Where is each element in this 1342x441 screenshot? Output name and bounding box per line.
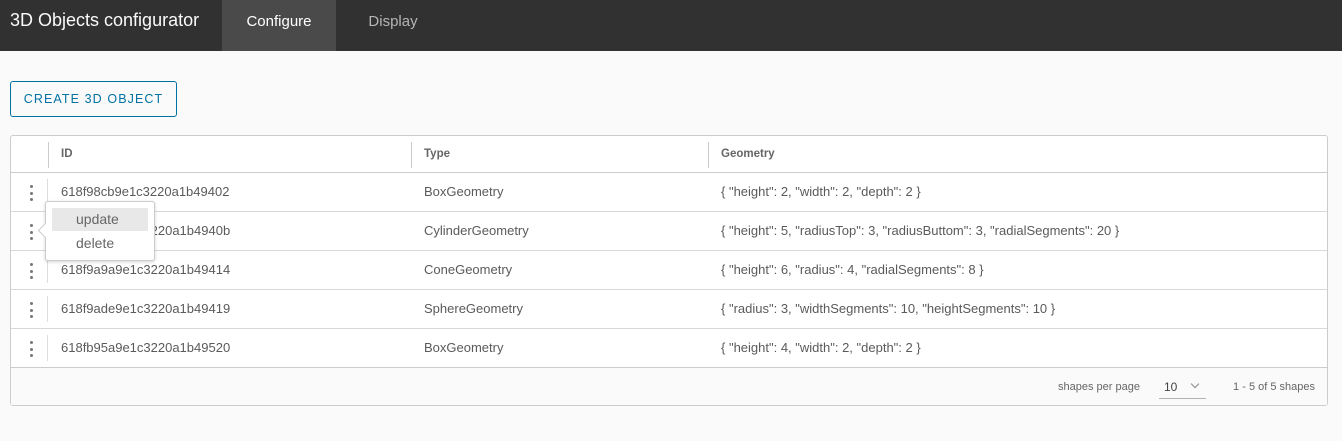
- column-header-geometry[interactable]: Geometry: [709, 136, 775, 173]
- table-row: 618f9ade9e1c3220a1b49419 SphereGeometry …: [11, 290, 1327, 329]
- cell-geometry: { "radius": 3, "widthSegments": 10, "hei…: [721, 301, 1056, 316]
- row-separator: [47, 335, 48, 361]
- cell-geometry: { "height": 2, "width": 2, "depth": 2 }: [721, 184, 921, 199]
- cell-id: 618f9ade9e1c3220a1b49419: [61, 301, 231, 316]
- row-action-menu: update delete: [45, 201, 155, 261]
- shapes-datagrid: ID Type Geometry 618f98cb9e1c3220a1b4940…: [10, 135, 1328, 406]
- cell-geometry: { "height": 4, "width": 2, "depth": 2 }: [721, 340, 921, 355]
- table-row: 618f98cb9e1c3220a1b49402 BoxGeometry { "…: [11, 173, 1327, 212]
- cell-type: SphereGeometry: [424, 301, 523, 316]
- cell-type: BoxGeometry: [424, 340, 504, 355]
- table-row: 618f992b9e1c3220a1b4940b CylinderGeometr…: [11, 212, 1327, 251]
- menu-item-update[interactable]: update: [52, 208, 148, 231]
- row-separator: [47, 296, 48, 322]
- table-row: 618f9a9a9e1c3220a1b49414 ConeGeometry { …: [11, 251, 1327, 290]
- cell-type: CylinderGeometry: [424, 223, 529, 238]
- row-actions-kebab-icon[interactable]: [26, 340, 36, 358]
- grid-footer: shapes per page 10 1 - 5 of 5 shapes: [11, 367, 1327, 405]
- cell-geometry: { "height": 5, "radiusTop": 3, "radiusBu…: [721, 223, 1120, 238]
- app-title: 3D Objects configurator: [10, 10, 200, 30]
- cell-type: BoxGeometry: [424, 184, 504, 199]
- pagination-range: 1 - 5 of 5 shapes: [1233, 381, 1315, 393]
- row-actions-kebab-icon[interactable]: [26, 301, 36, 319]
- row-actions-kebab-icon[interactable]: [26, 223, 36, 241]
- row-actions-kebab-icon[interactable]: [26, 184, 36, 202]
- column-header-type[interactable]: Type: [412, 136, 450, 173]
- page-size-value: 10: [1164, 380, 1178, 394]
- page-size-select[interactable]: 10: [1159, 377, 1206, 399]
- chevron-down-icon: [1190, 379, 1200, 389]
- page-size-label: shapes per page: [1058, 381, 1140, 393]
- cell-id: 618fb95a9e1c3220a1b49520: [61, 340, 231, 355]
- grid-header: ID Type Geometry: [11, 136, 1327, 173]
- cell-geometry: { "height": 6, "radius": 4, "radialSegme…: [721, 262, 984, 277]
- tab-display[interactable]: Display: [336, 0, 450, 51]
- cell-type: ConeGeometry: [424, 262, 513, 277]
- column-header-id[interactable]: ID: [49, 136, 73, 173]
- app-header: 3D Objects configurator Configure Displa…: [0, 0, 1342, 51]
- tab-configure[interactable]: Configure: [222, 0, 336, 51]
- table-row: 618fb95a9e1c3220a1b49520 BoxGeometry { "…: [11, 329, 1327, 368]
- menu-item-delete[interactable]: delete: [52, 232, 148, 255]
- create-3d-object-button[interactable]: CREATE 3D OBJECT: [10, 81, 177, 117]
- row-actions-kebab-icon[interactable]: [26, 262, 36, 280]
